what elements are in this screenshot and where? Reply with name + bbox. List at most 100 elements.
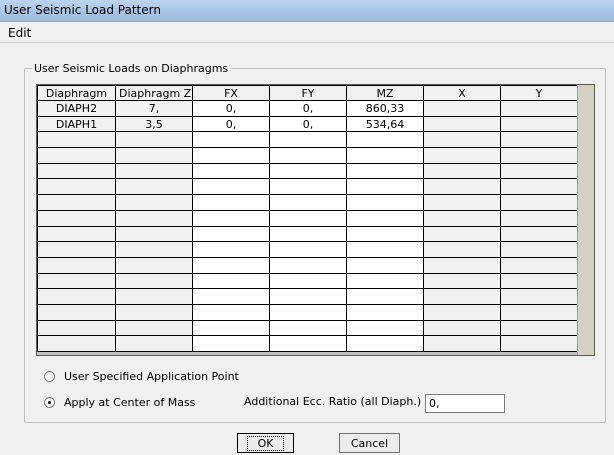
cell-fy[interactable] [269,209,347,227]
cell-diaphragm-z[interactable] [115,319,193,337]
cell-fy[interactable] [269,194,347,211]
cell-y[interactable] [500,272,578,290]
cell-x[interactable] [423,100,501,117]
cell-mz[interactable] [346,272,424,290]
cell-fx[interactable] [192,225,270,243]
radio-user-point[interactable] [44,371,55,382]
cell-fy[interactable]: 0, [269,100,347,117]
cell-diaphragm[interactable] [37,147,116,164]
cell-y[interactable] [500,178,578,196]
col-header-diaphragm[interactable]: Diaphragm [37,85,116,101]
cell-mz[interactable]: 860,33 [346,100,424,117]
cell-fx[interactable]: 0, [192,100,270,117]
cell-y[interactable] [500,241,578,258]
cell-diaphragm[interactable] [37,225,116,243]
cell-y[interactable] [500,115,578,133]
cell-fy[interactable]: 0, [269,115,347,133]
option-user-point[interactable]: User Specified Application Point [44,370,239,383]
cell-x[interactable] [423,115,501,133]
cell-mz[interactable]: 534,64 [346,115,424,133]
cell-x[interactable] [423,256,501,274]
cell-fy[interactable] [269,256,347,274]
cell-diaphragm[interactable] [37,194,116,211]
cell-fy[interactable] [269,131,347,149]
cell-fy[interactable] [269,272,347,290]
cell-diaphragm-z[interactable] [115,241,193,258]
cell-x[interactable] [423,288,501,305]
cell-y[interactable] [500,162,578,180]
col-header-fy[interactable]: FY [269,85,347,101]
cell-diaphragm-z[interactable] [115,178,193,196]
cell-y[interactable] [500,319,578,337]
cell-diaphragm[interactable] [37,162,116,180]
cell-fy[interactable] [269,147,347,164]
cell-y[interactable] [500,209,578,227]
cell-mz[interactable] [346,319,424,337]
cell-diaphragm[interactable] [37,256,116,274]
cell-diaphragm-z[interactable] [115,162,193,180]
cell-diaphragm-z[interactable] [115,256,193,274]
cell-y[interactable] [500,288,578,305]
cell-x[interactable] [423,225,501,243]
cell-mz[interactable] [346,178,424,196]
cell-diaphragm[interactable] [37,303,116,321]
cell-y[interactable] [500,303,578,321]
cell-diaphragm-z[interactable]: 3,5 [115,115,193,133]
cell-mz[interactable] [346,241,424,258]
col-header-y[interactable]: Y [500,85,578,101]
cell-mz[interactable] [346,131,424,149]
cell-mz[interactable] [346,162,424,180]
cell-mz[interactable] [346,147,424,164]
cell-mz[interactable] [346,256,424,274]
cell-diaphragm-z[interactable] [115,225,193,243]
cell-x[interactable] [423,194,501,211]
cell-diaphragm-z[interactable] [115,131,193,149]
cell-mz[interactable] [346,288,424,305]
cell-fx[interactable] [192,335,270,352]
cell-x[interactable] [423,209,501,227]
cell-diaphragm-z[interactable] [115,209,193,227]
cell-diaphragm[interactable] [37,272,116,290]
cell-x[interactable] [423,241,501,258]
cell-diaphragm[interactable] [37,319,116,337]
cell-fx[interactable]: 0, [192,115,270,133]
cell-mz[interactable] [346,335,424,352]
cell-y[interactable] [500,335,578,352]
cell-fy[interactable] [269,303,347,321]
cell-diaphragm-z[interactable] [115,194,193,211]
option-center-mass[interactable]: Apply at Center of Mass [44,396,195,409]
cancel-button[interactable]: Cancel [339,433,400,453]
cell-fy[interactable] [269,178,347,196]
cell-diaphragm[interactable] [37,178,116,196]
cell-diaphragm-z[interactable] [115,272,193,290]
cell-y[interactable] [500,131,578,149]
cell-fx[interactable] [192,303,270,321]
cell-fx[interactable] [192,194,270,211]
cell-fx[interactable] [192,256,270,274]
cell-fx[interactable] [192,162,270,180]
ok-button[interactable]: OK [237,433,294,453]
cell-fx[interactable] [192,147,270,164]
cell-diaphragm[interactable] [37,131,116,149]
col-header-diaphragm-z[interactable]: Diaphragm Z [115,85,193,101]
cell-diaphragm-z[interactable] [115,288,193,305]
col-header-mz[interactable]: MZ [346,85,424,101]
cell-y[interactable] [500,194,578,211]
cell-diaphragm-z[interactable] [115,335,193,352]
cell-mz[interactable] [346,209,424,227]
col-header-fx[interactable]: FX [192,85,270,101]
cell-x[interactable] [423,131,501,149]
ecc-ratio-input[interactable] [425,394,505,413]
cell-diaphragm[interactable] [37,241,116,258]
cell-x[interactable] [423,178,501,196]
cell-diaphragm-z[interactable] [115,147,193,164]
cell-fx[interactable] [192,131,270,149]
cell-fy[interactable] [269,225,347,243]
cell-x[interactable] [423,335,501,352]
cell-mz[interactable] [346,194,424,211]
cell-x[interactable] [423,303,501,321]
cell-mz[interactable] [346,225,424,243]
cell-fx[interactable] [192,288,270,305]
cell-diaphragm[interactable] [37,335,116,352]
cell-fx[interactable] [192,241,270,258]
